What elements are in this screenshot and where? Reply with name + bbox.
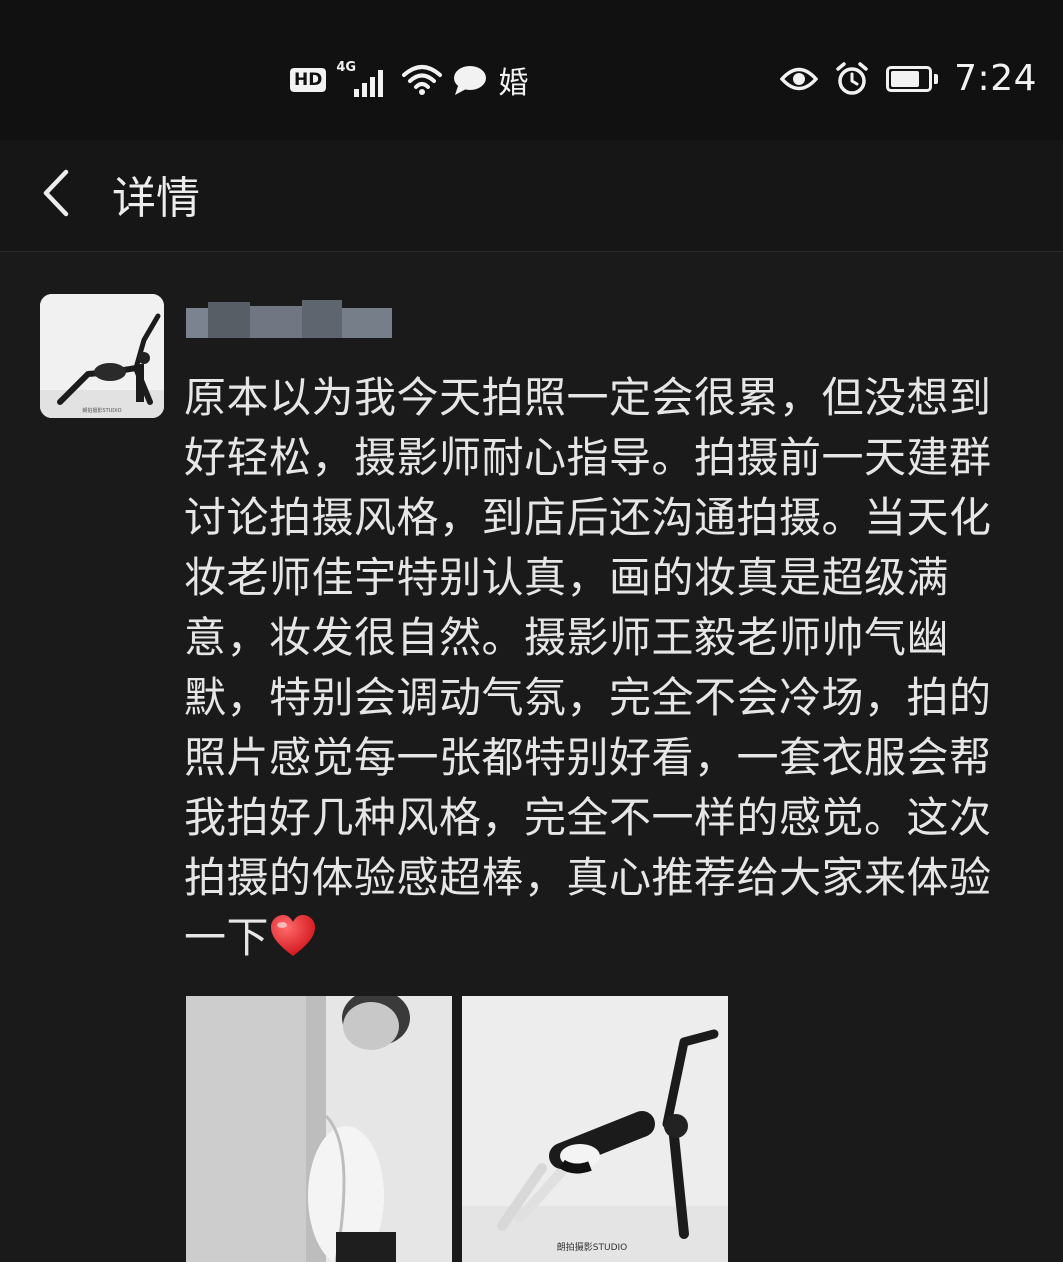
chevron-left-icon[interactable] — [38, 168, 74, 218]
nav-bar: 详情 — [0, 140, 1063, 252]
status-bar-left: HD 4G 婚 — [290, 58, 528, 102]
network-type-label: 4G — [336, 60, 357, 75]
alarm-icon — [834, 61, 870, 97]
photo-2-watermark: 朗拍摄影STUDIO — [557, 1241, 627, 1253]
avatar[interactable]: 朗拍摄影STUDIO — [40, 294, 164, 418]
signal-icon: 4G — [336, 60, 392, 100]
status-carrier-char: 婚 — [498, 66, 529, 101]
username-blurred[interactable] — [186, 294, 396, 342]
status-bar-right: 7:24 — [780, 58, 1037, 99]
heart-icon — [271, 915, 316, 956]
review-photo-1[interactable] — [186, 996, 452, 1262]
eye-icon — [780, 66, 819, 92]
page-title: 详情 — [112, 173, 200, 224]
review-body: 原本以为我今天拍照一定会很累，但没想到好轻松，摄影师耐心指导。拍摄前一天建群讨论… — [184, 373, 992, 962]
review-photo-2[interactable]: 朗拍摄影STUDIO — [462, 996, 728, 1262]
review-text: 原本以为我今天拍照一定会很累，但没想到好轻松，摄影师耐心指导。拍摄前一天建群讨论… — [184, 368, 1020, 968]
review-detail: 朗拍摄影STUDIO 原本以为我今天拍照一定会很累，但没想到好轻松，摄影师耐心指… — [0, 252, 1063, 1262]
avatar-watermark: 朗拍摄影STUDIO — [82, 407, 121, 414]
status-time: 7:24 — [954, 58, 1037, 99]
battery-icon — [886, 65, 939, 92]
wifi-icon — [402, 63, 443, 97]
chat-icon — [452, 64, 488, 96]
hd-icon: HD — [290, 68, 327, 92]
status-bar: HD 4G 婚 7:24 — [0, 0, 1063, 140]
